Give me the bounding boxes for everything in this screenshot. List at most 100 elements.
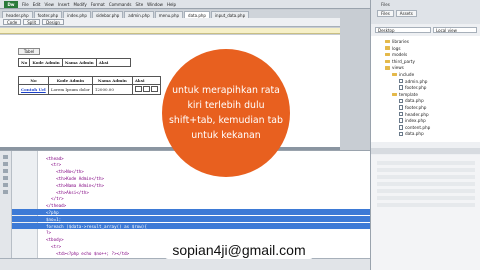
code-line[interactable]: <?php [12, 209, 370, 216]
code-line[interactable]: $no=1; [12, 216, 370, 223]
tab-assets[interactable]: Assets [395, 10, 417, 17]
code-line[interactable]: </thead> [12, 203, 370, 209]
table-cell [131, 84, 161, 95]
file-icon [399, 118, 403, 123]
tree-label: data.php [405, 98, 424, 104]
code-text: <th>Kode Admin</th> [46, 175, 104, 181]
code-line[interactable]: foreach ($data->result_array() as $row){ [12, 223, 370, 229]
panel-title: Files [381, 2, 390, 7]
property-row [377, 182, 475, 186]
file-icon [399, 131, 403, 137]
menu-insert[interactable]: Insert [58, 2, 69, 7]
tool-icon[interactable] [3, 162, 8, 166]
property-row [377, 161, 475, 165]
tree-folder[interactable]: include [392, 72, 414, 77]
site-select[interactable]: Desktop [375, 27, 431, 33]
tree-label: footer.php [405, 85, 427, 91]
tree-file[interactable]: footer.php [399, 105, 426, 110]
tab-input-data[interactable]: input_data.php [210, 11, 250, 18]
tree-file[interactable]: footer.php [399, 85, 426, 90]
tree-folder[interactable]: libraries [385, 39, 409, 44]
tree-label: include [399, 72, 415, 77]
view-select[interactable]: Local view [433, 27, 477, 33]
tree-label: template [399, 91, 418, 97]
tab-menu[interactable]: menu.php [154, 11, 184, 18]
menu-modify[interactable]: Modify [73, 2, 86, 7]
split-view-button[interactable]: Split [23, 19, 41, 25]
tool-icon[interactable] [3, 183, 8, 187]
tab-index[interactable]: index.php [63, 11, 91, 18]
tree-label: models [392, 52, 408, 58]
table-header-cell: Kode Admin [29, 58, 63, 67]
menu-window[interactable]: Window [147, 2, 163, 7]
tree-folder[interactable]: third_party [385, 59, 415, 64]
folder-icon [392, 92, 397, 97]
code-view-button[interactable]: Code [3, 19, 22, 25]
folder-icon [385, 66, 390, 70]
tree-folder[interactable]: models [385, 52, 407, 57]
tree-label: data.php [405, 131, 424, 137]
design-view-button[interactable]: Design [42, 19, 64, 25]
code-line[interactable]: </tr> [12, 196, 370, 202]
menu-help[interactable]: Help [167, 2, 176, 7]
code-text: <tr> [46, 162, 62, 168]
file-icon [399, 78, 403, 84]
email-caption: sopian4ji@gmail.com [165, 240, 313, 259]
tree-label: libraries [392, 39, 409, 44]
file-icon [399, 111, 403, 117]
menu-commands[interactable]: Commands [109, 2, 132, 7]
tree-file[interactable]: content.php [399, 125, 430, 130]
tree-folder[interactable]: logs [385, 46, 401, 51]
coding-toolbar [0, 151, 12, 259]
tool-icon[interactable] [3, 176, 8, 180]
tab-admin[interactable]: admin.php [124, 11, 154, 18]
table-header-cell: No [17, 58, 31, 67]
tree-folder[interactable]: views [385, 65, 404, 70]
menu-file[interactable]: File [22, 2, 29, 7]
panel-header: Files Files Assets [371, 0, 480, 24]
tool-icon[interactable] [3, 155, 8, 159]
property-row [377, 175, 475, 179]
file-tree: libraries logs models third_party views inclu… [371, 36, 480, 142]
table-cell-link[interactable]: Contoh Url [18, 84, 49, 95]
tab-footer[interactable]: footer.php [33, 11, 63, 18]
tool-icon[interactable] [3, 190, 8, 194]
code-text: <td><?php echo $no++; ?></td> [46, 250, 130, 256]
app-logo: Dw [4, 0, 18, 8]
tool-icon[interactable] [3, 169, 8, 173]
code-text: <th>Aksi</th> [46, 189, 89, 195]
property-row [377, 196, 475, 200]
tree-label: third_party [392, 58, 415, 64]
tree-file[interactable]: index.php [399, 118, 426, 123]
menu-view[interactable]: View [44, 2, 54, 7]
tab-header[interactable]: header.php [2, 11, 33, 18]
folder-icon [385, 52, 390, 57]
tree-file[interactable]: header.php [399, 112, 429, 117]
tree-file[interactable]: data.php [399, 98, 424, 103]
code-text: </thead> [46, 203, 67, 209]
table-cell: Lorem Ipsum dolor [48, 84, 93, 95]
tree-folder[interactable]: template [392, 92, 418, 97]
tree-file[interactable]: data.php [399, 131, 424, 136]
tree-label: index.php [405, 118, 426, 124]
property-row [377, 203, 475, 207]
code-line[interactable]: <th>No</th> [12, 169, 370, 175]
status-bar [0, 258, 370, 270]
panel-tabs: Files Assets [377, 10, 477, 22]
menu-edit[interactable]: Edit [33, 2, 41, 7]
tab-files[interactable]: Files [377, 10, 394, 17]
code-line[interactable]: ?> [12, 230, 370, 236]
tree-label: footer.php [405, 105, 427, 110]
table-header-cell: Nama Admin [61, 58, 97, 67]
code-line[interactable]: <th>Kode Admin</th> [12, 175, 370, 181]
menu-site[interactable]: Site [135, 2, 143, 7]
menu-format[interactable]: Format [91, 2, 105, 7]
code-line[interactable]: <th>Nama Admin</th> [12, 182, 370, 188]
folder-icon [385, 59, 390, 64]
table-header-cell: Nama Admin [91, 76, 133, 85]
code-line[interactable]: <th>Aksi</th> [12, 189, 370, 195]
tab-sidebar[interactable]: sidebar.php [91, 11, 124, 18]
action-cell-box [134, 86, 142, 92]
tab-data[interactable]: data.php [184, 11, 210, 18]
tree-file[interactable]: admin.php [399, 79, 427, 84]
